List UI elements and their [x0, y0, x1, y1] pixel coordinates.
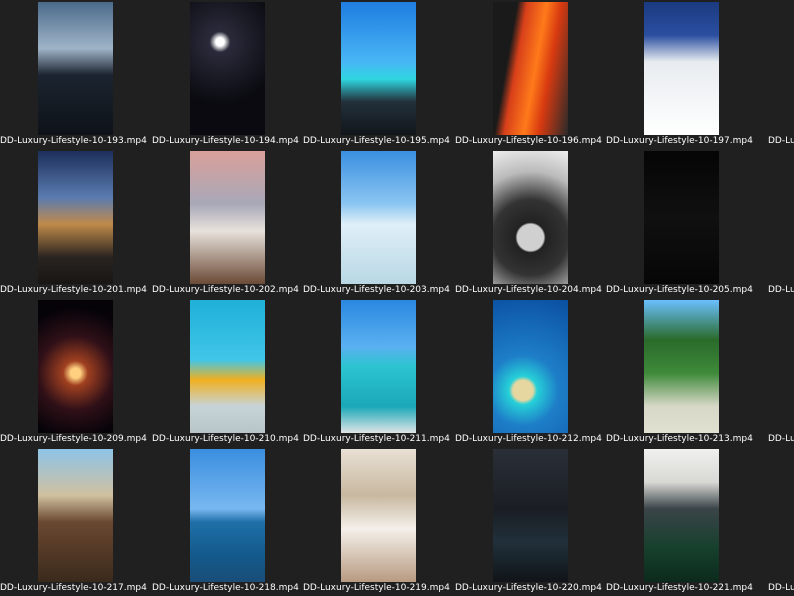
file-item[interactable]: DD-Luxury-Lifestyle-10-196.mp4 [455, 0, 605, 148]
video-thumbnail[interactable] [38, 449, 113, 582]
file-name: DD-Luxury-Lifestyle-10-201.mp4 [0, 285, 147, 295]
file-name: DD-Luxury-Lifestyle-10-219.mp4 [303, 583, 450, 593]
video-thumbnail[interactable] [493, 2, 568, 135]
file-grid: DD-Luxury-Lifestyle-10-193.mp4 DD-Luxury-… [0, 0, 794, 596]
file-name: DD-Luxury-Lifestyle-10-211.mp4 [303, 434, 450, 444]
file-name: DD-Luxury-Lifestyle-10-205.mp4 [606, 285, 753, 295]
file-item[interactable]: DD-Luxury-Lifestyle-10-219.mp4 [303, 447, 453, 595]
file-name-partial: DD-Luxury- [768, 136, 794, 146]
file-name: DD-Luxury-Lifestyle-10-213.mp4 [606, 434, 753, 444]
video-thumbnail[interactable] [341, 300, 416, 433]
file-item[interactable]: DD-Luxury-Lifestyle-10-193.mp4 [0, 0, 150, 148]
video-thumbnail[interactable] [644, 151, 719, 284]
file-item[interactable]: DD-Luxury-Lifestyle-10-195.mp4 [303, 0, 453, 148]
video-thumbnail[interactable] [341, 151, 416, 284]
video-thumbnail[interactable] [190, 300, 265, 433]
file-item[interactable]: DD-Luxury-Lifestyle-10-197.mp4 [606, 0, 756, 148]
file-name: DD-Luxury-Lifestyle-10-212.mp4 [455, 434, 602, 444]
file-item[interactable]: DD-Luxury-Lifestyle-10-204.mp4 [455, 149, 605, 297]
file-name: DD-Luxury-Lifestyle-10-220.mp4 [455, 583, 602, 593]
file-name: DD-Luxury-Lifestyle-10-210.mp4 [152, 434, 299, 444]
file-item[interactable]: DD-Luxury-Lifestyle-10-201.mp4 [0, 149, 150, 297]
video-thumbnail[interactable] [38, 151, 113, 284]
file-item[interactable]: DD-Luxury-Lifestyle-10-218.mp4 [152, 447, 302, 595]
video-thumbnail[interactable] [38, 300, 113, 433]
file-item[interactable]: DD-Luxury-Lifestyle-10-210.mp4 [152, 298, 302, 446]
video-thumbnail[interactable] [493, 151, 568, 284]
video-thumbnail[interactable] [644, 300, 719, 433]
file-name-partial: DD-Luxury- [768, 434, 794, 444]
file-name: DD-Luxury-Lifestyle-10-217.mp4 [0, 583, 147, 593]
file-item[interactable]: DD-Luxury-Lifestyle-10-205.mp4 [606, 149, 756, 297]
file-item[interactable]: DD-Luxury-Lifestyle-10-203.mp4 [303, 149, 453, 297]
file-name-partial: DD-Luxury- [768, 285, 794, 295]
video-thumbnail[interactable] [190, 2, 265, 135]
file-name: DD-Luxury-Lifestyle-10-204.mp4 [455, 285, 602, 295]
video-thumbnail[interactable] [190, 151, 265, 284]
file-item[interactable]: DD-Luxury-Lifestyle-10-213.mp4 [606, 298, 756, 446]
video-thumbnail[interactable] [341, 449, 416, 582]
video-thumbnail[interactable] [341, 2, 416, 135]
file-name: DD-Luxury-Lifestyle-10-218.mp4 [152, 583, 299, 593]
file-name: DD-Luxury-Lifestyle-10-202.mp4 [152, 285, 299, 295]
video-thumbnail[interactable] [493, 300, 568, 433]
file-name: DD-Luxury-Lifestyle-10-196.mp4 [455, 136, 602, 146]
video-thumbnail[interactable] [644, 2, 719, 135]
file-item[interactable]: DD-Luxury-Lifestyle-10-217.mp4 [0, 447, 150, 595]
file-item[interactable]: DD-Luxury-Lifestyle-10-202.mp4 [152, 149, 302, 297]
video-thumbnail[interactable] [38, 2, 113, 135]
file-name: DD-Luxury-Lifestyle-10-209.mp4 [0, 434, 147, 444]
file-name: DD-Luxury-Lifestyle-10-195.mp4 [303, 136, 450, 146]
file-name: DD-Luxury-Lifestyle-10-197.mp4 [606, 136, 753, 146]
file-item[interactable]: DD-Luxury-Lifestyle-10-221.mp4 [606, 447, 756, 595]
video-thumbnail[interactable] [644, 449, 719, 582]
file-name-partial: DD-Luxury- [768, 583, 794, 593]
file-name: DD-Luxury-Lifestyle-10-221.mp4 [606, 583, 753, 593]
video-thumbnail[interactable] [493, 449, 568, 582]
file-item[interactable]: DD-Luxury-Lifestyle-10-211.mp4 [303, 298, 453, 446]
file-name: DD-Luxury-Lifestyle-10-203.mp4 [303, 285, 450, 295]
file-item[interactable]: DD-Luxury-Lifestyle-10-194.mp4 [152, 0, 302, 148]
file-item[interactable]: DD-Luxury-Lifestyle-10-209.mp4 [0, 298, 150, 446]
video-thumbnail[interactable] [190, 449, 265, 582]
file-name: DD-Luxury-Lifestyle-10-194.mp4 [152, 136, 299, 146]
file-name: DD-Luxury-Lifestyle-10-193.mp4 [0, 136, 147, 146]
file-item[interactable]: DD-Luxury-Lifestyle-10-212.mp4 [455, 298, 605, 446]
file-item[interactable]: DD-Luxury-Lifestyle-10-220.mp4 [455, 447, 605, 595]
